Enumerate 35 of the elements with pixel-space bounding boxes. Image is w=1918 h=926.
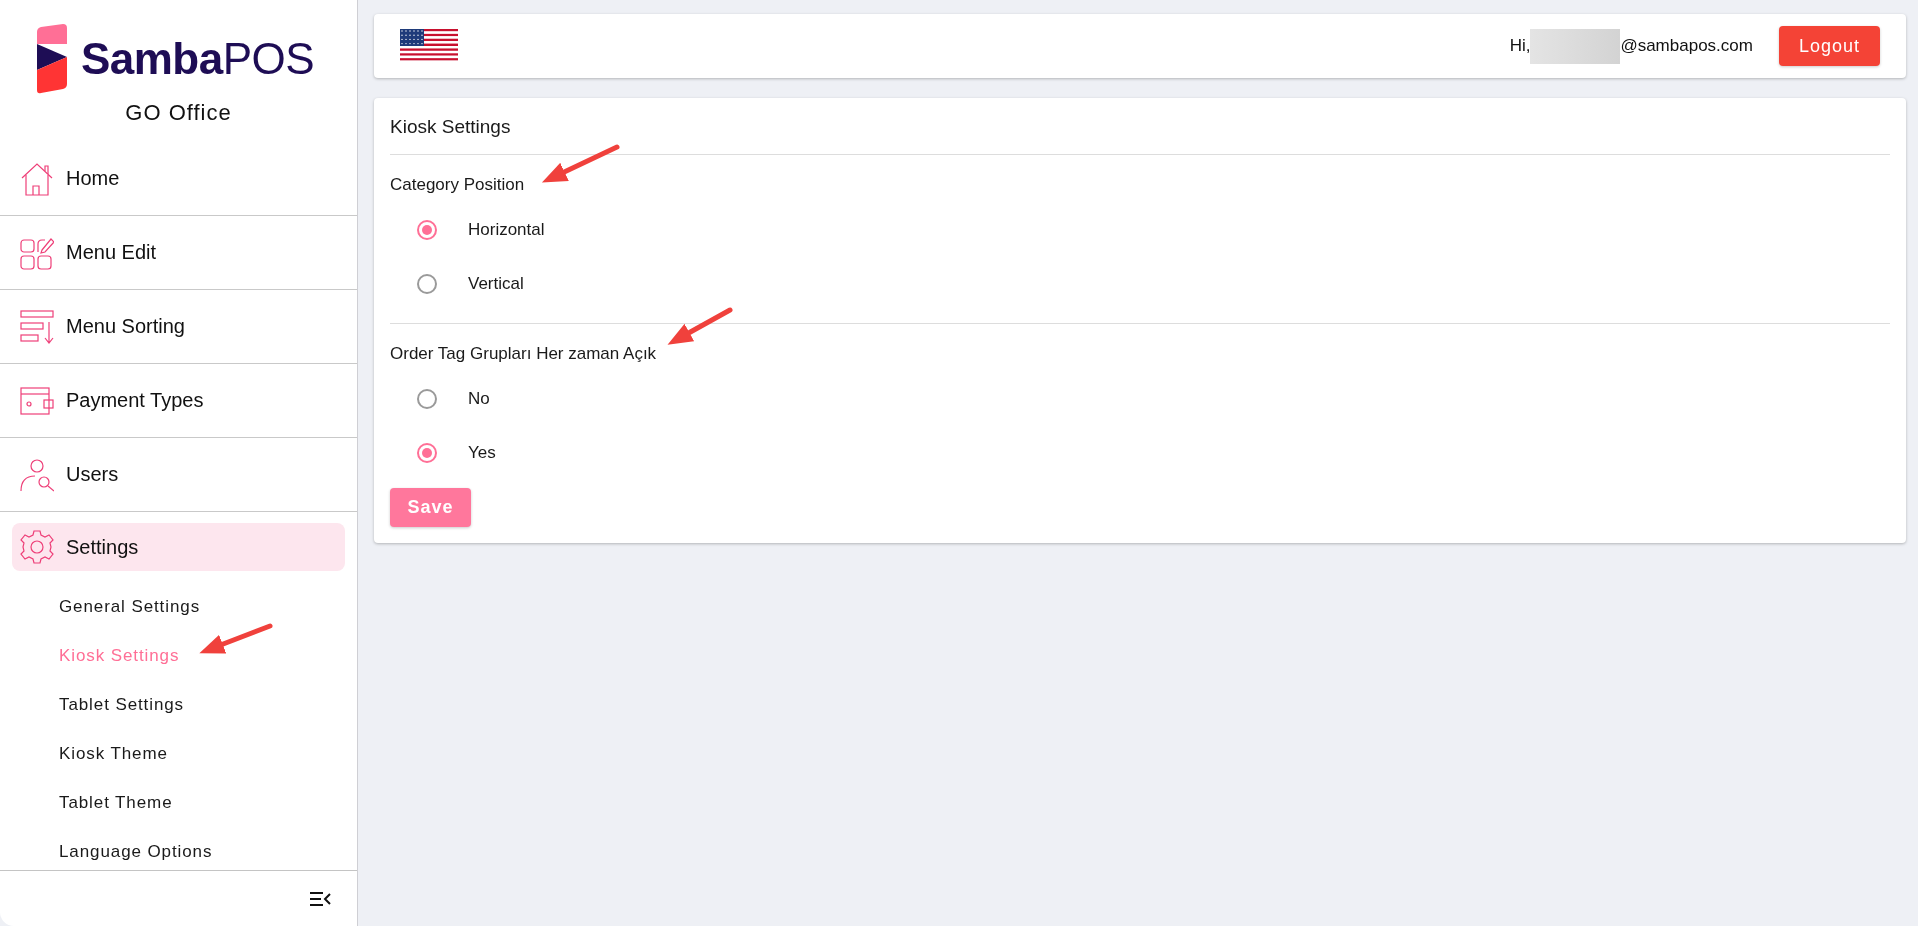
nav-item[interactable]: Menu Edit — [12, 228, 345, 277]
nav-item[interactable]: Settings — [12, 523, 345, 571]
radio-button[interactable] — [417, 443, 437, 463]
logout-button[interactable]: Logout — [1778, 26, 1880, 66]
settings-icon — [20, 530, 54, 564]
annotation-arrow — [667, 307, 733, 345]
submenu-item[interactable]: Tablet Theme — [59, 778, 357, 827]
nav-item[interactable]: Payment Types — [12, 376, 345, 425]
radio-button[interactable] — [417, 220, 437, 240]
radio-button[interactable] — [417, 274, 437, 294]
us-flag-icon[interactable] — [400, 29, 458, 63]
submenu-item[interactable]: Kiosk Theme — [59, 729, 357, 778]
setting-label: Order Tag Grupları Her zaman Açık — [390, 344, 658, 364]
submenu-item[interactable]: Tablet Settings — [59, 680, 357, 729]
user-search-icon — [20, 457, 54, 492]
radio-button[interactable] — [417, 389, 437, 409]
option-label: No — [468, 389, 490, 409]
home-icon — [20, 161, 54, 196]
card-title: Kiosk Settings — [390, 98, 1890, 155]
sort-list-icon — [20, 309, 54, 344]
wallet-icon — [20, 386, 54, 415]
nav-item[interactable]: Users — [12, 450, 345, 499]
brand-subtitle: GO Office — [125, 100, 232, 126]
nav-item[interactable]: Home — [12, 154, 345, 203]
submenu-item[interactable]: Language Options — [59, 827, 357, 870]
setting-label: Category Position — [390, 175, 526, 195]
option-label: Yes — [468, 443, 496, 463]
option-label: Horizontal — [468, 220, 545, 240]
submenu-item[interactable]: General Settings — [59, 582, 357, 631]
option-label: Vertical — [468, 274, 524, 294]
brand-name: SambaPOS — [80, 34, 315, 84]
user-email: @sambapos.com — [1620, 36, 1753, 56]
nav-item[interactable]: Menu Sorting — [12, 302, 345, 351]
collapse-menu-icon[interactable] — [309, 890, 331, 907]
greeting-text: Hi, — [1509, 36, 1531, 56]
